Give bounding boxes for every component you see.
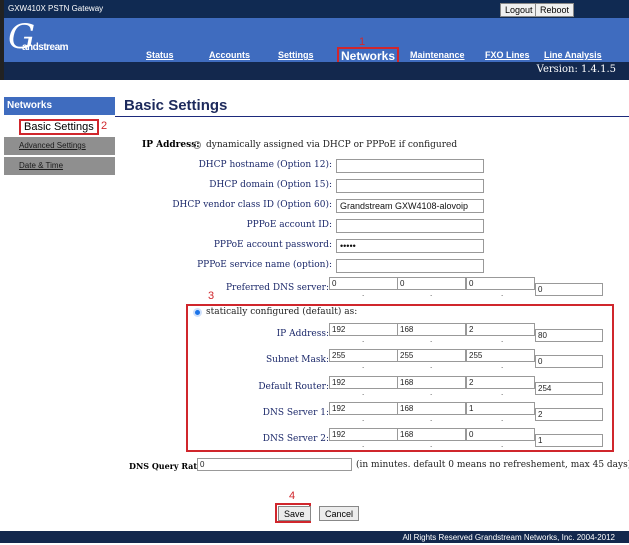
dns-server-2-label: DNS Server 2: xyxy=(262,434,329,445)
octet-separator: . xyxy=(501,361,504,371)
sidebar-header: Networks xyxy=(4,97,115,115)
nav-accounts[interactable]: Accounts xyxy=(209,50,250,60)
nav-fxo-lines[interactable]: FXO Lines xyxy=(485,50,530,60)
field-input[interactable]: Grandstream GXW4108-alovoip xyxy=(336,199,484,213)
octet-separator: . xyxy=(430,335,433,344)
dhcp-radio[interactable] xyxy=(193,141,201,149)
dns-query-rate-label: DNS Query Rate: xyxy=(129,461,206,471)
version-band xyxy=(0,62,629,80)
octet-separator: . xyxy=(430,413,433,423)
logout-button[interactable]: Logout xyxy=(500,3,538,17)
ip-address-label: IP Address: xyxy=(142,140,200,150)
title-divider xyxy=(115,116,629,117)
field-input[interactable] xyxy=(336,219,484,233)
octet-separator: . xyxy=(362,413,365,423)
octet-separator: . xyxy=(430,289,433,298)
octet-separator: . xyxy=(501,289,504,298)
sidebar-item-date-time[interactable]: Date & Time xyxy=(4,157,115,175)
nav-settings[interactable]: Settings xyxy=(278,50,314,60)
octet-separator: . xyxy=(501,413,504,423)
dns-query-rate-input[interactable] xyxy=(197,458,352,471)
reboot-button[interactable]: Reboot xyxy=(535,3,575,17)
field-label: DHCP vendor class ID (Option 60): xyxy=(172,200,332,210)
dns-server-2-octet-4[interactable] xyxy=(535,434,603,448)
preferred-dns-label: Preferred DNS server: xyxy=(225,283,329,293)
product-title: GXW410X PSTN Gateway xyxy=(8,4,104,13)
octet-separator: . xyxy=(362,335,365,344)
static-ip-octet-4[interactable] xyxy=(535,329,603,342)
nav-status[interactable]: Status xyxy=(146,50,174,60)
field-input[interactable] xyxy=(336,179,484,193)
annotation-2: 2 xyxy=(101,120,108,132)
default-router-octet-4[interactable] xyxy=(535,381,603,395)
field-input[interactable]: ••••• xyxy=(336,239,484,253)
octet-separator: . xyxy=(362,289,365,298)
field-label: PPPoE account password: xyxy=(213,240,332,250)
octet-separator: . xyxy=(430,361,433,371)
octet-separator: . xyxy=(501,387,504,397)
octet-separator: . xyxy=(430,387,433,397)
save-button[interactable]: Save xyxy=(278,506,311,521)
grandstream-logo: Gandstream xyxy=(8,17,69,57)
dns-server-1-octet-4[interactable] xyxy=(535,407,603,421)
field-input[interactable] xyxy=(336,259,484,273)
field-label: PPPoE account ID: xyxy=(246,220,332,230)
octet-separator: . xyxy=(362,440,365,450)
static-option-label: statically configured (default) as: xyxy=(206,307,358,317)
octet-separator: . xyxy=(362,361,365,371)
default-router-label: Default Router: xyxy=(258,381,329,392)
annotation-4: 4 xyxy=(289,490,296,502)
nav-maintenance[interactable]: Maintenance xyxy=(410,50,465,60)
static-radio[interactable] xyxy=(193,308,202,317)
preferred-dns-octet-4[interactable] xyxy=(535,283,603,296)
field-label: DHCP domain (Option 15): xyxy=(209,180,332,190)
dhcp-option-label: dynamically assigned via DHCP or PPPoE i… xyxy=(206,140,458,150)
nav-band xyxy=(0,18,629,62)
nav-line-analysis[interactable]: Line Analysis xyxy=(544,50,602,60)
version-text: Version: 1.4.1.5 xyxy=(536,64,616,75)
field-label: PPPoE service name (option): xyxy=(197,260,332,270)
field-label: DHCP hostname (Option 12): xyxy=(198,160,332,170)
octet-separator: . xyxy=(501,440,504,450)
subnet-mask-label: Subnet Mask: xyxy=(265,355,329,366)
subnet-mask-octet-4[interactable] xyxy=(535,355,603,369)
footer: All Rights Reserved Grandstream Networks… xyxy=(0,531,629,543)
octet-separator: . xyxy=(430,440,433,450)
dns-query-rate-hint: (in minutes. default 0 means no refreshe… xyxy=(356,460,629,470)
cancel-button[interactable]: Cancel xyxy=(319,506,360,521)
field-input[interactable] xyxy=(336,159,484,173)
octet-separator: . xyxy=(501,335,504,344)
static-ip-label: IP Address: xyxy=(276,329,329,339)
sidebar-item-basic-settings[interactable]: Basic Settings xyxy=(19,119,99,135)
octet-separator: . xyxy=(362,387,365,397)
dns-server-1-label: DNS Server 1: xyxy=(262,407,329,418)
annotation-3: 3 xyxy=(208,290,215,302)
page-title: Basic Settings xyxy=(124,97,228,114)
sidebar-item-advanced-settings[interactable]: Advanced Settings xyxy=(4,137,115,155)
